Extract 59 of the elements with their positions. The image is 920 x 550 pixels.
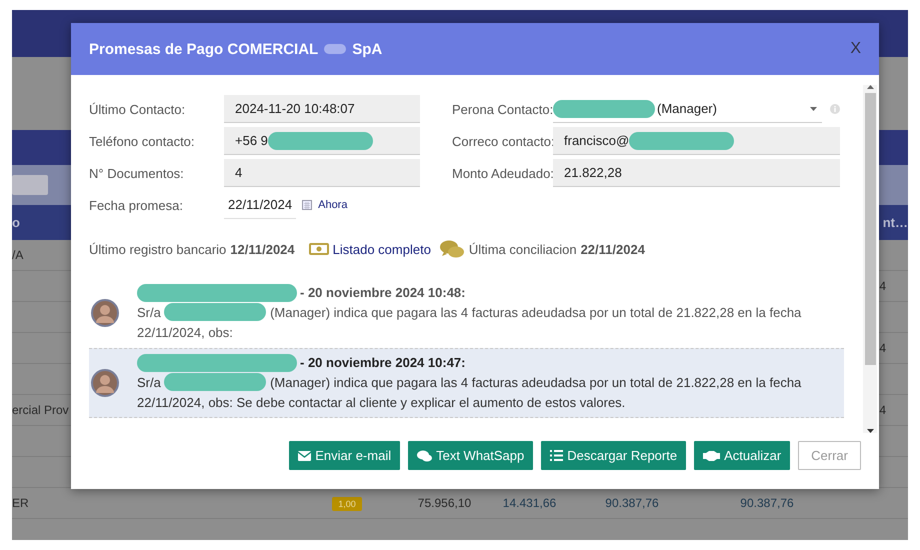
table-cell: ercial Prov	[12, 403, 69, 417]
contact-select[interactable]: (Manager)	[553, 95, 822, 123]
column-header[interactable]: nt…	[882, 215, 908, 230]
action-button[interactable]: Descargar Reporte	[541, 441, 686, 470]
envelope-icon	[298, 450, 312, 460]
input-field[interactable]: +56 9	[224, 127, 420, 155]
list-icon	[550, 450, 564, 461]
column-header[interactable]: o	[12, 215, 20, 230]
search-field[interactable]	[12, 175, 48, 195]
field-label: Último Contacto:	[89, 102, 186, 116]
table-cell: 14.431,66	[502, 496, 556, 510]
field-label: Perona Contacto:	[452, 102, 553, 116]
input-field[interactable]: 2024-11-20 10:48:07	[224, 95, 420, 123]
table-cell: /A	[12, 248, 24, 262]
chat-icon	[438, 239, 465, 259]
message-text: Sr/a (Manager) indica que pagara las 4 facturas adeudadsa por un total de 21.822,28 en la fecha 22/11/2024, obs:	[137, 303, 802, 342]
field-label: Fecha promesa:	[89, 198, 184, 212]
redaction-mark	[324, 44, 346, 54]
table-cell: 90.387,76	[605, 496, 659, 510]
table-cell: 90.387,76	[740, 496, 794, 510]
input-field[interactable]: francisco@	[553, 127, 840, 155]
chat-icon	[417, 450, 432, 462]
scrollbar[interactable]	[863, 85, 877, 433]
table-cell: ER	[12, 496, 29, 510]
info-label: Último registro bancario	[89, 242, 226, 256]
money-icon	[308, 243, 329, 255]
full-list-link[interactable]: Listado completo	[332, 242, 431, 256]
table-cell: 75.956,10	[418, 496, 472, 510]
table-cell: 4	[879, 403, 886, 417]
input-field[interactable]: 21.822,28	[553, 159, 840, 187]
field-label: Teléfono contacto:	[89, 134, 196, 148]
field-label: Monto Adeudado:	[452, 166, 553, 180]
table-cell: 4	[879, 341, 886, 355]
message-header: - 20 noviembre 2024 10:48:	[300, 284, 466, 302]
scroll-up-icon[interactable]	[866, 85, 874, 89]
action-button[interactable]: Actualizar	[694, 441, 790, 470]
action-button[interactable]: Text WhatSapp	[408, 441, 534, 470]
rate-badge: 1,00	[332, 497, 362, 511]
field-label: N° Documentos:	[89, 166, 185, 180]
now-link[interactable]: Ahora	[318, 199, 348, 211]
input-field[interactable]: 4	[224, 159, 420, 187]
info-date: 22/11/2024	[580, 242, 645, 256]
message-item[interactable]: - 20 noviembre 2024 10:48: Sr/a (Manager) indica que pagara las 4 facturas adeudadsa por un total de 21.822,28 en la fecha 22/11/2024, obs:	[89, 279, 844, 348]
message-header: - 20 noviembre 2024 10:47:	[300, 354, 466, 372]
message-text: Sr/a (Manager) indica que pagara las 4 facturas adeudadsa por un total de 21.822,28 en la fecha 22/11/2024, obs: Se debe contactar al cliente y explicar el aumento de estos valores.	[137, 373, 802, 412]
dialog-title: Promesas de Pago COMERCIAL	[89, 40, 318, 58]
avatar	[91, 369, 119, 397]
field-label: Correco contacto:	[452, 134, 553, 148]
info-label: Última conciliacion	[468, 242, 577, 256]
scroll-down-icon[interactable]	[866, 429, 874, 433]
table-cell: 4	[879, 279, 886, 293]
caret-icon	[810, 106, 817, 110]
message-item[interactable]	[89, 348, 844, 418]
date-field[interactable]: 22/11/2024	[224, 191, 296, 219]
dialog-title: SpA	[352, 40, 382, 58]
avatar	[91, 299, 119, 327]
info-date: 12/11/2024	[230, 242, 295, 256]
action-button[interactable]: Enviar e-mail	[289, 441, 400, 470]
calendar-icon[interactable]	[302, 200, 312, 210]
